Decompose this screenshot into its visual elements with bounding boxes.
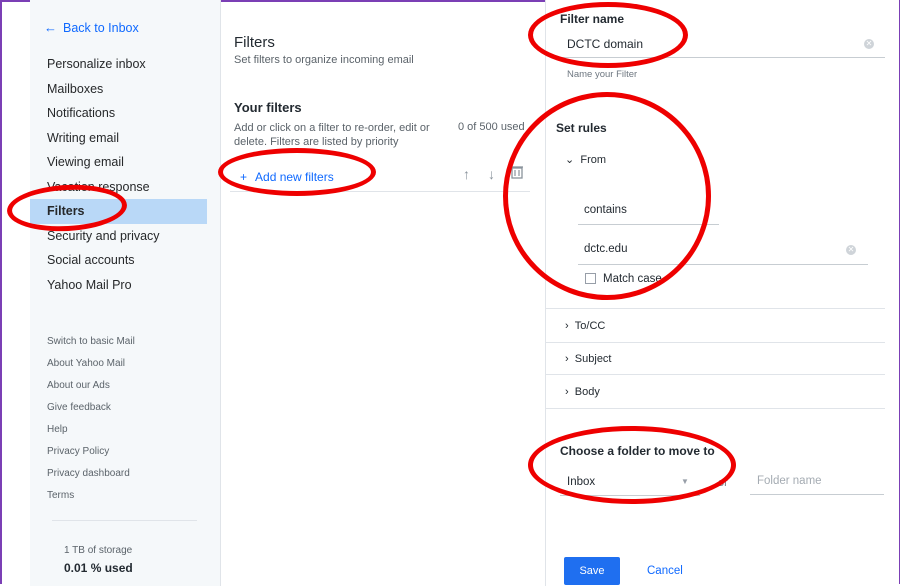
filters-count: 0 of 500 used [458,121,525,133]
rule-tocc-toggle[interactable]: › To/CC [565,320,605,332]
page-title: Filters [234,34,275,51]
rules-divider [545,374,885,375]
rule-body-label: Body [574,386,600,398]
sidebar-item-vacation-response[interactable]: Vacation response [30,175,220,200]
plus-icon: + [240,170,248,184]
cancel-button[interactable]: Cancel [647,565,683,577]
settings-nav: Personalize inbox Mailboxes Notification… [30,52,220,297]
folder-name-input[interactable]: Folder name [757,475,822,487]
filter-name-underline [560,57,885,58]
filter-name-input[interactable]: DCTC domain [567,37,643,51]
rules-divider [545,342,885,343]
link-privacy-dashboard[interactable]: Privacy dashboard [47,463,135,485]
rule-from-label: From [580,154,607,166]
chevron-right-icon: › [565,386,569,398]
sidebar-item-filters[interactable]: Filters [30,199,207,224]
rule-body-toggle[interactable]: › Body [565,386,600,398]
rule-tocc-label: To/CC [574,320,606,332]
add-new-filters-button[interactable]: + Add new filters [240,170,334,184]
link-privacy-policy[interactable]: Privacy Policy [47,441,135,463]
folder-name-underline [750,494,884,495]
sidebar-item-viewing-email[interactable]: Viewing email [30,150,220,175]
folder-or-label: or [718,477,728,489]
folder-select-underline [560,495,700,496]
storage-label: 1 TB of storage [64,545,133,556]
link-about-yahoo-mail[interactable]: About Yahoo Mail [47,353,135,375]
rule-from-toggle[interactable]: ⌄ From [565,153,606,166]
rule-from-operator-select[interactable]: contains [584,204,627,216]
dropdown-arrow-icon: ▼ [681,477,689,486]
rules-divider [545,308,885,309]
trash-icon[interactable] [511,165,523,182]
footer-links: Switch to basic Mail About Yahoo Mail Ab… [47,331,135,507]
link-help[interactable]: Help [47,419,135,441]
page-subtitle: Set filters to organize incoming email [234,54,414,66]
link-switch-basic-mail[interactable]: Switch to basic Mail [47,331,135,353]
rule-from-value-input[interactable]: dctc.edu [584,243,627,255]
sidebar-item-security-privacy[interactable]: Security and privacy [30,224,220,249]
add-new-filters-label: Add new filters [255,170,334,184]
filters-description: Add or click on a filter to re-order, ed… [234,122,430,148]
sidebar-item-social-accounts[interactable]: Social accounts [30,248,220,273]
back-to-inbox-label: Back to Inbox [63,21,139,35]
set-rules-label: Set rules [556,121,607,135]
arrow-down-icon[interactable]: ↓ [488,166,495,182]
storage-used: 0.01 % used [64,561,133,575]
back-to-inbox-link[interactable]: ← Back to Inbox [44,20,139,35]
sidebar-item-notifications[interactable]: Notifications [30,101,220,126]
your-filters-heading: Your filters [234,100,302,115]
save-button[interactable]: Save [564,557,620,585]
chevron-right-icon: › [565,320,569,332]
arrow-up-icon[interactable]: ↑ [463,166,470,182]
chevron-down-icon: ⌄ [565,154,575,166]
link-terms[interactable]: Terms [47,485,135,507]
sidebar-item-mailboxes[interactable]: Mailboxes [30,77,220,102]
folder-select[interactable]: Inbox [567,476,595,488]
link-about-ads[interactable]: About our Ads [47,375,135,397]
arrow-left-icon: ← [44,20,57,35]
sidebar-item-yahoo-mail-pro[interactable]: Yahoo Mail Pro [30,273,220,298]
rule-subject-toggle[interactable]: › Subject [565,353,612,365]
clear-icon[interactable]: ✕ [864,39,874,49]
filter-name-label: Filter name [560,12,625,26]
sidebar-divider [52,520,197,521]
rule-subject-label: Subject [574,353,612,365]
clear-icon[interactable]: ✕ [846,245,856,255]
sidebar-item-writing-email[interactable]: Writing email [30,126,220,151]
filters-divider [230,191,530,192]
filter-editor-panel [545,0,899,586]
match-case-checkbox[interactable] [585,273,596,284]
settings-sidebar: ← Back to Inbox Personalize inbox Mailbox… [30,0,221,586]
rules-divider [545,408,885,409]
folder-heading: Choose a folder to move to [560,444,715,458]
chevron-right-icon: › [565,353,569,365]
link-give-feedback[interactable]: Give feedback [47,397,135,419]
sidebar-item-personalize-inbox[interactable]: Personalize inbox [30,52,220,77]
value-underline [578,264,868,265]
filter-name-hint: Name your Filter [567,69,638,80]
match-case-label: Match case [603,273,662,285]
operator-underline [578,224,719,225]
